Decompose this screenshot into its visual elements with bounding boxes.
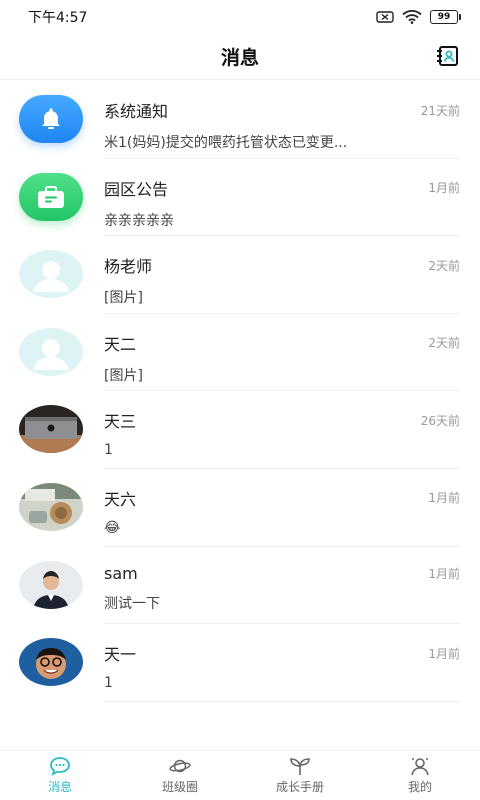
page-title: 消息 — [220, 47, 259, 69]
status-time: 下午4:57 — [28, 10, 88, 26]
message-preview: [图片] — [104, 290, 143, 307]
conversation-tian-er[interactable]: 天二 2天前 [图片] — [0, 314, 480, 392]
tab-label: 消息 — [47, 780, 72, 794]
contact-name: 园区公告 — [104, 179, 169, 199]
message-time: 1月前 — [428, 646, 460, 661]
announcement-avatar — [19, 172, 83, 221]
conversation-tian-san[interactable]: 天三 26天前 1 — [0, 391, 480, 469]
message-time: 1月前 — [428, 181, 460, 196]
message-preview: [图片] — [104, 367, 143, 384]
message-preview: 😂 — [104, 519, 121, 536]
system-notice-avatar — [19, 95, 83, 143]
profile-icon — [409, 756, 431, 776]
message-time: 21天前 — [420, 103, 460, 118]
sim-off-icon — [376, 11, 394, 23]
tab-profile[interactable]: 我的 — [360, 751, 480, 800]
avatar — [19, 250, 83, 299]
smiling-man-photo — [19, 638, 83, 687]
message-preview: 1 — [104, 675, 113, 692]
user-placeholder-icon — [33, 261, 69, 293]
tab-messages[interactable]: 消息 — [0, 751, 120, 800]
desk-photo — [19, 482, 83, 531]
message-preview: 亲亲亲亲亲 — [104, 212, 174, 229]
message-time: 1月前 — [428, 491, 460, 506]
contacts-button[interactable] — [434, 43, 460, 69]
avatar — [19, 327, 83, 376]
contact-name: 系统通知 — [104, 102, 169, 121]
avatar-photo — [19, 405, 83, 454]
contact-name: 天三 — [104, 412, 137, 432]
bell-icon — [42, 108, 60, 129]
address-book-icon — [437, 46, 458, 66]
laptop-photo — [19, 405, 83, 454]
contact-name: 天六 — [104, 489, 137, 509]
tab-class-circle[interactable]: 班级圈 — [120, 751, 240, 800]
message-time: 1月前 — [428, 566, 460, 581]
conversation-system-notice[interactable]: 系统通知 21天前 米1(妈妈)提交的喂药托管状态已变更... — [0, 81, 480, 159]
tab-label: 我的 — [407, 780, 432, 794]
conversation-sam[interactable]: sam 1月前 测试一下 — [0, 547, 480, 625]
status-bar: 下午4:57 99 — [0, 0, 480, 34]
messages-screen: 下午4:57 99 消息 系统通知 21天前 米1(妈妈)提交的喂药托管状态已变… — [0, 0, 480, 800]
tab-label: 成长手册 — [275, 780, 324, 794]
contact-name: 杨老师 — [104, 257, 153, 277]
briefcase-icon — [38, 185, 64, 208]
planet-icon — [169, 756, 191, 776]
message-preview: 1 — [104, 442, 113, 459]
message-list: 系统通知 21天前 米1(妈妈)提交的喂药托管状态已变更... 园区公告 1月前 — [0, 81, 480, 702]
avatar-photo — [19, 638, 83, 687]
message-preview: 米1(妈妈)提交的喂药托管状态已变更... — [104, 135, 348, 151]
tab-label: 班级圈 — [161, 780, 198, 794]
sprout-icon — [289, 756, 311, 776]
bottom-tab-bar: 消息 班级圈 成长手册 我的 — [0, 750, 480, 800]
message-time: 2天前 — [428, 258, 460, 273]
wifi-icon — [402, 10, 422, 24]
message-time: 26天前 — [420, 413, 460, 428]
user-placeholder-icon — [33, 338, 69, 370]
message-time: 2天前 — [428, 336, 460, 351]
avatar-photo — [19, 482, 83, 531]
status-icons: 99 — [376, 10, 461, 24]
navigation-bar: 消息 — [0, 34, 480, 80]
battery-icon: 99 — [430, 10, 461, 24]
conversation-teacher-yang[interactable]: 杨老师 2天前 [图片] — [0, 236, 480, 314]
message-preview: 测试一下 — [104, 595, 160, 612]
conversation-tian-yi[interactable]: 天一 1月前 1 — [0, 624, 480, 702]
contact-name: 天一 — [104, 645, 137, 665]
avatar-photo — [19, 560, 83, 609]
man-portrait-photo — [19, 560, 83, 609]
tab-growth-handbook[interactable]: 成长手册 — [240, 751, 360, 800]
chat-bubble-icon — [49, 756, 71, 776]
contact-name: 天二 — [104, 334, 137, 354]
conversation-park-announcement[interactable]: 园区公告 1月前 亲亲亲亲亲 — [0, 159, 480, 237]
conversation-tian-liu[interactable]: 天六 1月前 😂 — [0, 469, 480, 547]
contact-name: sam — [104, 563, 138, 583]
